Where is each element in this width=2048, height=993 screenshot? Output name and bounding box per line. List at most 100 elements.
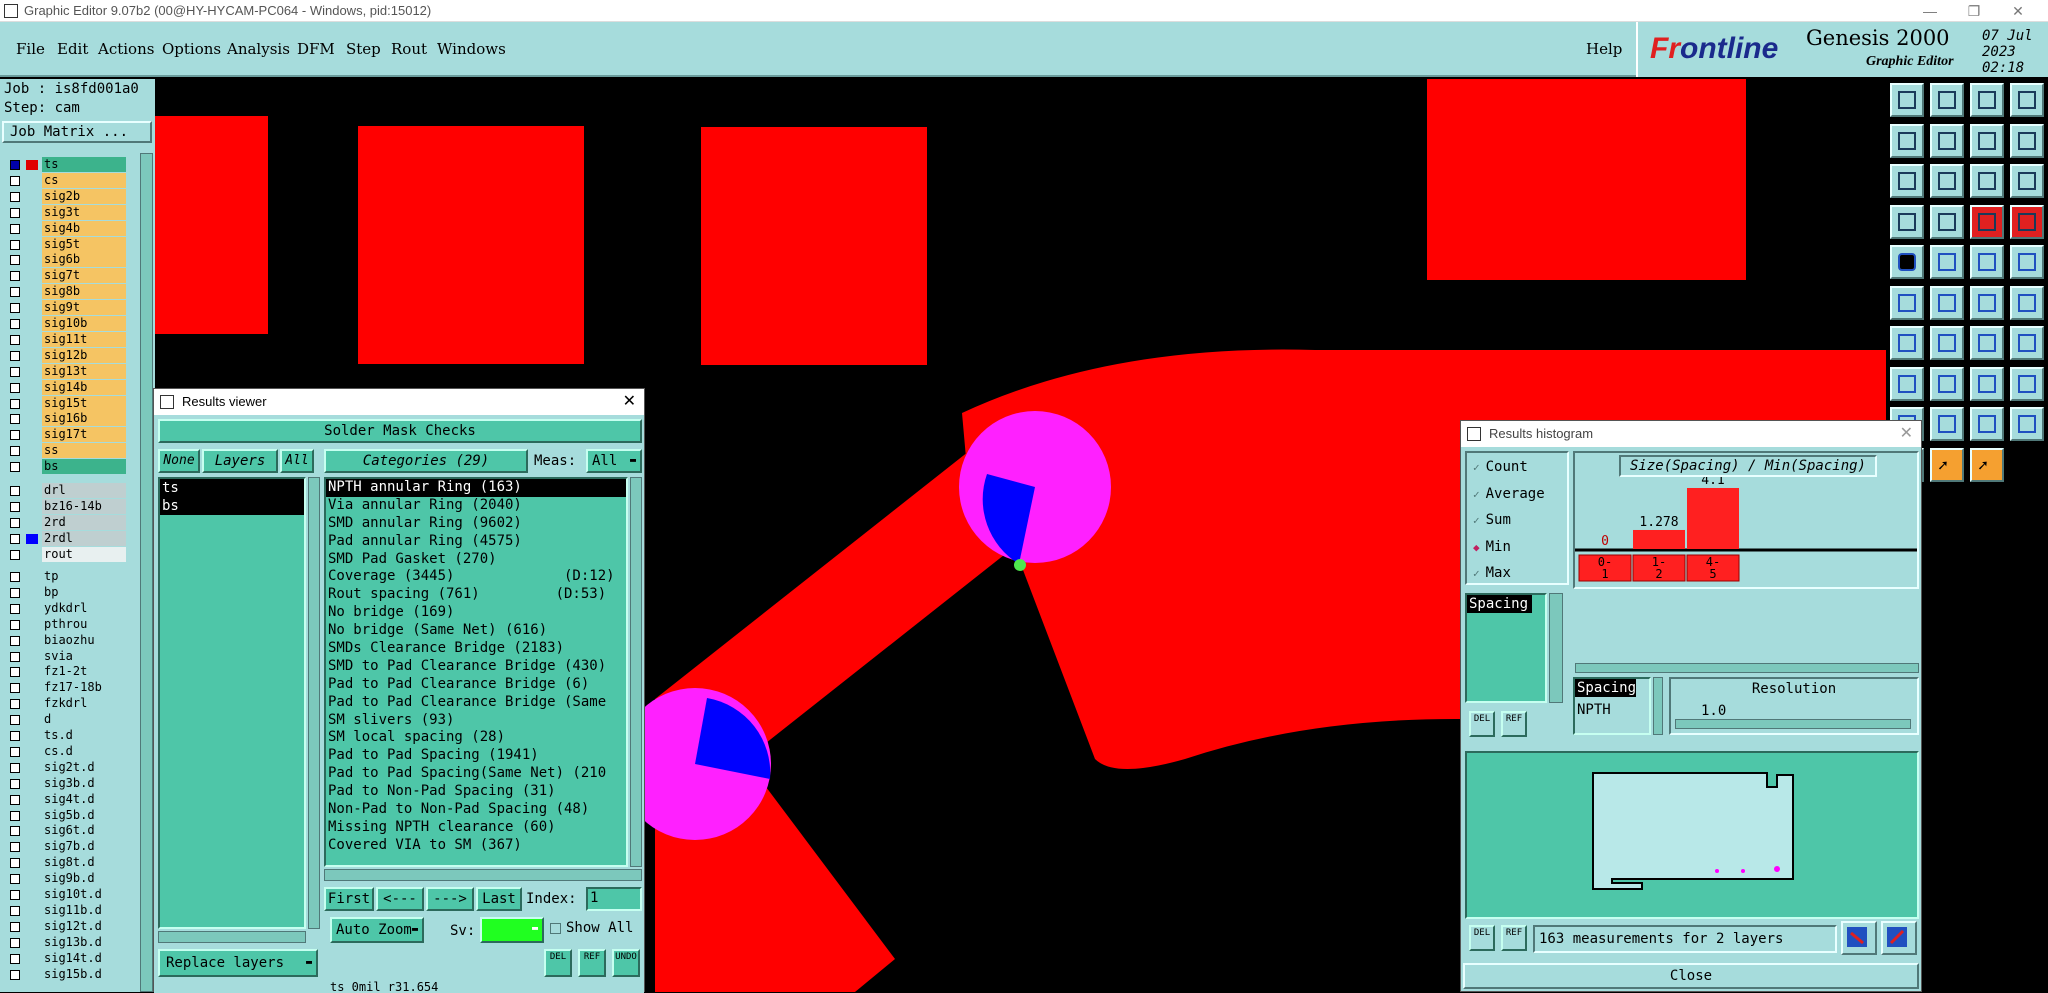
all-button[interactable]: All	[280, 449, 314, 473]
layer-row-bs[interactable]: bs	[4, 459, 126, 475]
undo-button[interactable]: UNDO	[612, 949, 640, 977]
category-item[interactable]: SM local spacing (28)	[326, 729, 626, 747]
del-button[interactable]: DEL	[1469, 711, 1495, 737]
list-item[interactable]: bs	[160, 497, 304, 515]
menu-help[interactable]: Help	[1586, 40, 1622, 58]
layer-checkbox[interactable]	[10, 175, 20, 186]
layout-tool[interactable]	[2010, 83, 2044, 117]
minimize-button[interactable]: —	[1908, 0, 1952, 22]
home-tool[interactable]	[1970, 83, 2004, 117]
question-tool[interactable]	[2010, 164, 2044, 198]
layer-checkbox[interactable]	[10, 699, 20, 710]
list-item[interactable]: Spacing	[1467, 595, 1533, 613]
layer-row-sig10t.d[interactable]: sig10t.d	[4, 887, 126, 902]
del-button[interactable]: DEL	[544, 949, 572, 977]
category-item[interactable]: Coverage (3445) (D:12)	[326, 568, 626, 586]
layer-row-sig5b.d[interactable]: sig5b.d	[4, 807, 126, 823]
first-button[interactable]: First	[324, 887, 374, 911]
last-button[interactable]: Last	[476, 887, 522, 911]
flip-tool[interactable]	[2010, 123, 2044, 158]
circle-tool[interactable]	[2010, 245, 2044, 279]
pointer2-tool[interactable]: ➚	[1930, 447, 1964, 482]
show-all-checkbox[interactable]	[550, 923, 561, 934]
layer-checkbox[interactable]	[10, 635, 20, 646]
layer-row-ss[interactable]: ss	[4, 443, 126, 459]
category-item[interactable]: No bridge (169)	[326, 604, 626, 622]
layer-checkbox[interactable]	[10, 572, 20, 582]
layer-row-sig6t.d[interactable]: sig6t.d	[4, 823, 126, 839]
move-right-tool[interactable]	[1930, 123, 1964, 158]
arch-tool[interactable]	[1930, 407, 1964, 441]
index-input[interactable]: 1	[586, 887, 642, 911]
layer-row-sig14t.d[interactable]: sig14t.d	[4, 950, 126, 966]
layer-checkbox[interactable]	[10, 619, 20, 630]
board-thumbnail[interactable]	[1465, 751, 1919, 919]
layer-row-sig17t[interactable]: sig17t	[4, 427, 126, 443]
diagonal-tool[interactable]	[1930, 326, 1964, 360]
aggregate-option-max[interactable]: ✓ Max	[1473, 565, 1511, 581]
cross-tool[interactable]	[1930, 285, 1964, 320]
list-item[interactable]: Spacing	[1575, 679, 1637, 697]
layer-row-svia[interactable]: svia	[4, 648, 126, 664]
layer-scrollbar[interactable]	[140, 153, 153, 992]
layer-checkbox[interactable]	[10, 501, 20, 512]
layer-row-2rd[interactable]: 2rd	[4, 514, 126, 530]
aggregate-option-average[interactable]: ✓ Average	[1473, 486, 1545, 502]
prev-button[interactable]: <---	[376, 887, 424, 911]
histogram-bar[interactable]	[1687, 487, 1739, 549]
del-button[interactable]: DEL	[1469, 925, 1495, 951]
layer-row-sig8b[interactable]: sig8b	[4, 284, 126, 300]
layer-row-sig10b[interactable]: sig10b	[4, 316, 126, 331]
layer-checkbox[interactable]	[10, 239, 20, 250]
layer-row-2rdl[interactable]: 2rdl	[4, 530, 126, 546]
rotate-tool[interactable]	[1970, 326, 2004, 360]
layer-row-sig16b[interactable]: sig16b	[4, 411, 126, 427]
menu-dfm[interactable]: DFM	[297, 40, 335, 58]
category-hscroll[interactable]	[324, 869, 642, 881]
layer-row-sig3t[interactable]: sig3t	[4, 204, 126, 220]
category-item[interactable]: Pad to Non-Pad Spacing (31)	[326, 783, 626, 801]
arch2-tool[interactable]	[1970, 407, 2004, 441]
menu-file[interactable]: File	[16, 40, 45, 58]
ref-button[interactable]: REF	[1501, 925, 1527, 951]
categories-button[interactable]: Categories (29)	[324, 449, 528, 473]
aggregate-option-sum[interactable]: ✓ Sum	[1473, 512, 1511, 528]
layer-row-sig13b.d[interactable]: sig13b.d	[4, 934, 126, 950]
swap-tool[interactable]	[1970, 123, 2004, 158]
zoom-layers-button[interactable]	[1841, 921, 1877, 955]
layer-row-sig7t[interactable]: sig7t	[4, 268, 126, 284]
split-tool[interactable]	[2010, 326, 2044, 360]
scale-tool[interactable]	[1970, 164, 2004, 198]
histogram-bar[interactable]	[1633, 529, 1685, 549]
job-matrix-button[interactable]: Job Matrix ...	[2, 121, 152, 143]
grid-tool[interactable]	[1930, 204, 1964, 239]
layer-checkbox[interactable]	[10, 255, 20, 266]
fit-tool[interactable]	[1890, 164, 1924, 198]
layer-checkbox[interactable]	[10, 842, 20, 853]
layer-row-tp[interactable]: tp	[4, 569, 126, 584]
layer-checkbox[interactable]	[10, 303, 20, 314]
layer-row-sig4t.d[interactable]: sig4t.d	[4, 791, 126, 807]
category-item[interactable]: Pad annular Ring (4575)	[326, 533, 626, 551]
meas-dropdown[interactable]: All ▬	[586, 449, 642, 473]
layer-row-ts.d[interactable]: ts.d	[4, 728, 126, 743]
layer-row-fz17-18b[interactable]: fz17-18b	[4, 680, 126, 696]
solder-mask-checks-header[interactable]: Solder Mask Checks	[158, 419, 642, 443]
category-item[interactable]: Non-Pad to Non-Pad Spacing (48)	[326, 801, 626, 819]
layer-checkbox[interactable]	[10, 223, 20, 234]
layer-checkbox[interactable]	[10, 319, 20, 329]
none-button[interactable]: None	[158, 449, 200, 473]
close-icon[interactable]: ✕	[1900, 421, 1913, 447]
layer-row-sig11b.d[interactable]: sig11b.d	[4, 902, 126, 918]
menu-actions[interactable]: Actions	[98, 40, 154, 58]
ref-button[interactable]: REF	[1501, 711, 1527, 737]
menu-analysis[interactable]: Analysis	[227, 40, 290, 58]
auto-zoom-dropdown[interactable]: Auto Zoom ▬	[330, 917, 424, 943]
category-item[interactable]: Pad to Pad Clearance Bridge (Same	[326, 694, 626, 712]
close-button[interactable]: ✕	[1996, 0, 2040, 22]
layer-checkbox[interactable]	[10, 937, 20, 948]
field-list-scrollbar[interactable]	[1549, 593, 1563, 703]
layer-row-sig6b[interactable]: sig6b	[4, 252, 126, 268]
layer-list[interactable]: ts bs	[158, 477, 306, 929]
layer-checkbox[interactable]	[10, 414, 20, 425]
